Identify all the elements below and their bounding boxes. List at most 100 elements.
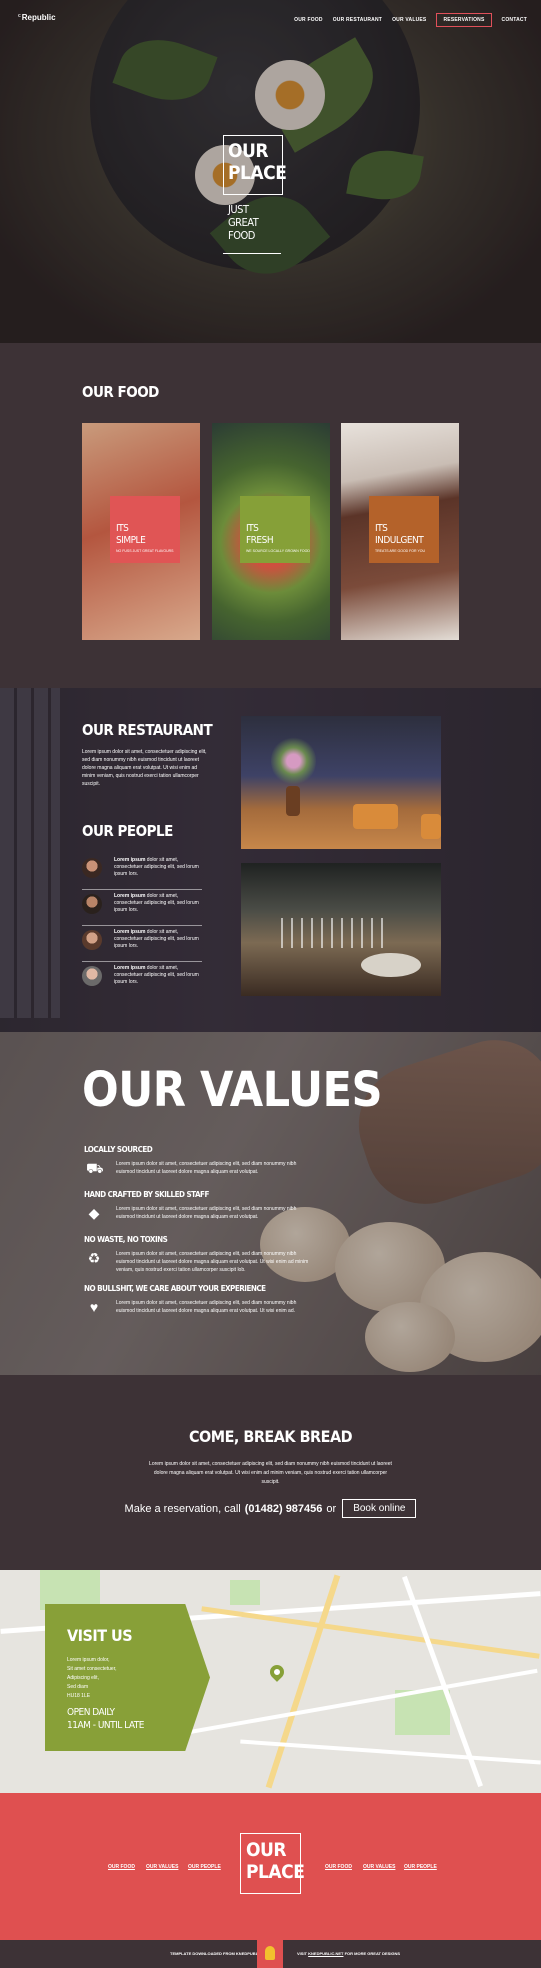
avatar xyxy=(82,858,102,878)
logo-text: Republic xyxy=(21,13,56,22)
food-card-fresh[interactable]: ITS FRESH WE SOURCE LOCALLY GROWN FOOD xyxy=(212,423,330,640)
our-restaurant-section: OUR RESTAURANT Lorem ipsum dolor sit ame… xyxy=(0,688,541,1032)
our-food-title: OUR FOOD xyxy=(82,383,159,401)
person-item: Lorem ipsum dolor sit amet, consectetuer… xyxy=(82,962,202,998)
address-line: Lorem ipsum dolor, xyxy=(67,1657,110,1663)
person-item: Lorem ipsum dolor sit amet, consectetuer… xyxy=(82,890,202,926)
nav-link-contact[interactable]: CONTACT xyxy=(502,17,527,23)
hero-subtitle-line: GREAT xyxy=(228,216,259,229)
our-values-title: OUR VALUES xyxy=(82,1062,383,1118)
our-people-title: OUR PEOPLE xyxy=(82,822,173,840)
map-pin-icon[interactable] xyxy=(267,1662,287,1682)
vase-image xyxy=(286,786,300,816)
book-online-button[interactable]: Book online xyxy=(342,1499,417,1518)
footer-link-our-food-2[interactable]: OUR FOOD xyxy=(325,1864,352,1870)
reservation-or: or xyxy=(326,1502,337,1515)
person-text: Lorem ipsum dolor sit amet, consectetuer… xyxy=(114,893,199,914)
avatar xyxy=(82,966,102,986)
footer-link-our-people-2[interactable]: OUR PEOPLE xyxy=(404,1864,437,1870)
credits-right-prefix: VISIT xyxy=(297,1951,308,1956)
food-card-title: ITS FRESH xyxy=(246,523,310,547)
credits-link[interactable]: KNEDPUBLIC.NET xyxy=(308,1951,343,1956)
food-card-simple[interactable]: ITS SIMPLE NO FUSS JUST GREAT FLAVOURS xyxy=(82,423,200,640)
value-row: ♥ Lorem ipsum dolor sit amet, consectetu… xyxy=(84,1297,304,1321)
food-card-subtitle: TREATS ARE GOOD FOR YOU xyxy=(375,549,426,553)
person-item: Lorem ipsum dolor sit amet, consectetuer… xyxy=(82,926,202,962)
food-card-title-1: ITS xyxy=(246,523,259,534)
chair-image xyxy=(421,814,441,839)
nav-link-our-values[interactable]: OUR VALUES xyxy=(392,17,426,23)
hero-subtitle-line: FOOD xyxy=(228,229,255,242)
hero-section: OUR PLACE JUST GREAT FOOD xyxy=(0,0,541,343)
restaurant-photo-bar xyxy=(241,716,441,849)
person-item: Lorem ipsum dolor sit amet, consectetuer… xyxy=(82,854,202,890)
value-row: ◆ Lorem ipsum dolor sit amet, consectetu… xyxy=(84,1203,304,1227)
credits-left: TEMPLATE DOWNLOADED FROM KNEDPUBLIC xyxy=(170,1951,263,1956)
footer-link-our-values[interactable]: OUR VALUES xyxy=(146,1864,178,1870)
credits-right-suffix: FOR MORE GREAT DESIGNS xyxy=(344,1951,401,1956)
map-road xyxy=(201,1606,540,1659)
reservation-cta: Make a reservation, call (01482) 987456 … xyxy=(0,1499,541,1518)
value-heading: HAND CRAFTED BY SKILLED STAFF xyxy=(84,1190,209,1199)
footer-link-our-food[interactable]: OUR FOOD xyxy=(108,1864,135,1870)
credits-bar: TEMPLATE DOWNLOADED FROM KNEDPUBLIC VISI… xyxy=(0,1940,541,1968)
map-road xyxy=(182,1668,538,1736)
person-text: Lorem ipsum dolor sit amet, consectetuer… xyxy=(114,857,199,878)
person-name: Lorem ipsum xyxy=(114,857,146,863)
reservation-phone[interactable]: (01482) 987456 xyxy=(245,1503,323,1515)
map-park xyxy=(230,1580,260,1605)
value-text: Lorem ipsum dolor sit amet, consectetuer… xyxy=(116,1300,297,1314)
avatar xyxy=(82,930,102,950)
footer-logo-line: OUR xyxy=(246,1839,287,1861)
food-card-title: ITS INDULGENT xyxy=(375,523,439,547)
hero-subtitle-line: JUST xyxy=(228,203,249,216)
person-name: Lorem ipsum xyxy=(114,893,146,899)
heart-hand-icon: ♥ xyxy=(89,1299,99,1315)
value-text: Lorem ipsum dolor sit amet, consectetuer… xyxy=(116,1251,309,1273)
site-logo[interactable]: cRepublic xyxy=(18,13,56,22)
value-text: Lorem ipsum dolor sit amet, consectetuer… xyxy=(116,1206,297,1220)
food-card-title-1: ITS xyxy=(116,523,129,534)
top-nav: cRepublic OUR FOOD OUR RESTAURANT OUR VA… xyxy=(0,0,541,40)
visit-us-panel: VISIT US Lorem ipsum dolor, Sit amet con… xyxy=(45,1604,210,1751)
restaurant-description: Lorem ipsum dolor sit amet, consectetuer… xyxy=(82,749,207,787)
opening-hours-line: 11AM - UNTIL LATE xyxy=(67,1720,144,1731)
our-food-section: OUR FOOD ITS SIMPLE NO FUSS JUST GREAT FL… xyxy=(0,343,541,688)
address-line: Sit amet consectetuer, xyxy=(67,1666,117,1672)
value-row: ♻ Lorem ipsum dolor sit amet, consectetu… xyxy=(84,1248,309,1273)
credits-right: VISIT KNEDPUBLIC.NET FOR MORE GREAT DESI… xyxy=(297,1951,400,1956)
value-heading: LOCALLY SOURCED xyxy=(84,1145,153,1154)
footer-link-our-values-2[interactable]: OUR VALUES xyxy=(363,1864,395,1870)
opening-hours-line: OPEN DAILY xyxy=(67,1707,115,1718)
nav-link-our-restaurant[interactable]: OUR RESTAURANT xyxy=(333,17,382,23)
recycle-icon: ♻ xyxy=(87,1250,101,1266)
hero-subtitle: JUST GREAT FOOD xyxy=(228,203,259,242)
map-road xyxy=(240,1739,541,1765)
value-heading: NO BULLSHIT, WE CARE ABOUT YOUR EXPERIEN… xyxy=(84,1284,266,1293)
flowers-image xyxy=(271,736,316,786)
glasses-image xyxy=(281,918,391,948)
visit-us-title: VISIT US xyxy=(67,1626,133,1645)
footer-logo-line: PLACE xyxy=(246,1861,305,1883)
restaurant-photo-dining xyxy=(241,863,441,996)
food-card-indulgent[interactable]: ITS INDULGENT TREATS ARE GOOD FOR YOU xyxy=(341,423,459,640)
footer-link-our-people[interactable]: OUR PEOPLE xyxy=(188,1864,221,1870)
map-section[interactable]: VISIT US Lorem ipsum dolor, Sit amet con… xyxy=(0,1570,541,1793)
nav-link-reservations[interactable]: RESERVATIONS xyxy=(436,13,492,27)
nav-link-our-food[interactable]: OUR FOOD xyxy=(294,17,323,23)
reservation-title: COME, BREAK BREAD xyxy=(188,1427,353,1446)
address-line: Sed diam xyxy=(67,1684,89,1690)
chair-image xyxy=(353,804,398,829)
opening-hours: OPEN DAILY 11AM - UNTIL LATE xyxy=(67,1706,144,1732)
logo-prefix: c xyxy=(18,13,21,19)
hero-title-line: PLACE xyxy=(228,162,287,184)
diamond-icon: ◆ xyxy=(88,1205,100,1221)
truck-icon: ⛟ xyxy=(86,1160,104,1176)
food-card-label: ITS INDULGENT TREATS ARE GOOD FOR YOU xyxy=(369,496,439,563)
food-card-title-1: ITS xyxy=(375,523,388,534)
food-card-title: ITS SIMPLE xyxy=(116,523,180,547)
address-line: HU18 1LE xyxy=(67,1693,91,1699)
food-card-title-2: FRESH xyxy=(246,535,274,546)
food-card-title-2: INDULGENT xyxy=(375,535,424,546)
address-line: Adipiscing elit, xyxy=(67,1675,99,1681)
